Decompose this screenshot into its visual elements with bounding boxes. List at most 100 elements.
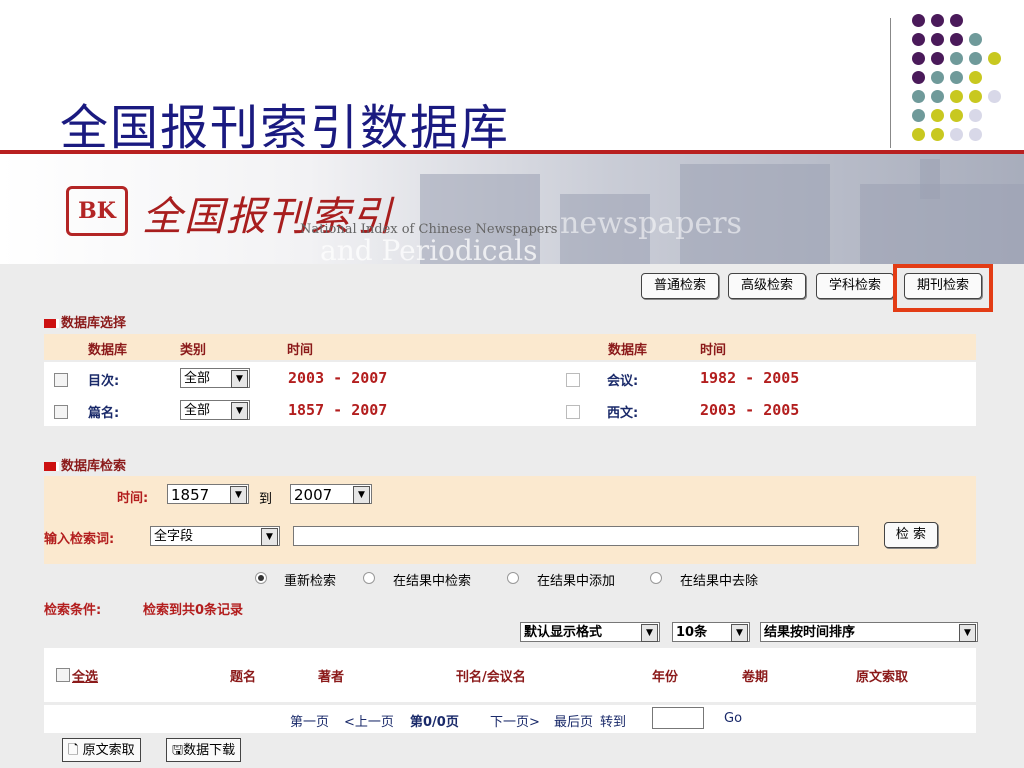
decorative-dot <box>931 90 944 103</box>
db-name-title: 篇名: <box>88 406 120 421</box>
banner-english-2: and Periodicals <box>320 234 538 264</box>
db-name-contents: 目次: <box>88 374 120 389</box>
chevron-down-icon: ▼ <box>261 528 278 546</box>
db-table-header: 数据库 类别 时间 数据库 时间 <box>44 334 976 360</box>
header-time-2: 时间 <box>700 343 727 358</box>
col-volume: 卷期 <box>742 670 769 685</box>
option-search-in-results: 在结果中检索 <box>393 574 472 589</box>
last-page-link[interactable]: 最后页 <box>554 711 593 730</box>
decorative-dot <box>931 71 944 84</box>
search-button[interactable]: 检 索 <box>884 522 938 548</box>
decorative-dot <box>950 109 963 122</box>
decorative-dot <box>950 52 963 65</box>
decorative-dot <box>912 128 925 141</box>
chevron-down-icon: ▼ <box>231 402 248 420</box>
decorative-divider <box>890 18 891 148</box>
keyword-input[interactable] <box>293 526 859 546</box>
checkbox-western[interactable] <box>566 405 580 419</box>
col-journal: 刊名/会议名 <box>456 670 526 685</box>
chevron-down-icon: ▼ <box>641 624 658 642</box>
data-download-button[interactable]: 🖫数据下载 <box>166 738 242 762</box>
time-range-conference: 1982 - 2005 <box>700 369 800 387</box>
condition-label: 检索条件: <box>44 603 102 618</box>
chevron-down-icon: ▼ <box>731 624 748 642</box>
option-remove-from-results-radio[interactable] <box>650 572 662 584</box>
site-banner: BK 全国报刊索引 newspapers National Index of C… <box>0 154 1024 264</box>
decorative-dot <box>969 71 982 84</box>
decorative-dot <box>931 52 944 65</box>
tab-basic-search[interactable]: 普通检索 <box>641 273 719 299</box>
time-label: 时间: <box>117 491 149 506</box>
page-indicator: 第0/0页 <box>410 715 459 730</box>
chevron-down-icon: ▼ <box>230 486 247 504</box>
decorative-dot <box>912 14 925 27</box>
decorative-dot <box>969 52 982 65</box>
first-page-link[interactable]: 第一页 <box>290 711 329 730</box>
chevron-down-icon: ▼ <box>353 486 370 504</box>
select-all-checkbox[interactable] <box>56 668 70 682</box>
pagination: 第一页 <上一页 第0/0页 下一页> 最后页 转到 Go <box>44 705 976 733</box>
checkbox-conference[interactable] <box>566 373 580 387</box>
save-icon: 🖫 <box>172 743 184 758</box>
section-db-search: 数据库检索 <box>44 455 126 474</box>
decorative-dot <box>969 109 982 122</box>
chevron-down-icon: ▼ <box>959 624 976 642</box>
decorative-dot <box>950 128 963 141</box>
field-select[interactable]: 全字段 ▼ <box>150 526 280 546</box>
db-name-conference: 会议: <box>607 374 639 389</box>
decorative-dot <box>931 33 944 46</box>
prev-page-link[interactable]: <上一页 <box>344 711 394 730</box>
result-count: 检索到共0条记录 <box>143 603 244 618</box>
fulltext-request-button[interactable]: 🗋 原文索取 <box>62 738 141 762</box>
col-title: 题名 <box>230 670 257 685</box>
decorative-dot <box>988 52 1001 65</box>
per-page-select[interactable]: 10条 ▼ <box>672 622 750 642</box>
banner-english-3: newspapers <box>560 206 742 241</box>
header-database-2: 数据库 <box>608 343 648 358</box>
header-category: 类别 <box>180 343 207 358</box>
year-to-select[interactable]: 2007 ▼ <box>290 484 372 504</box>
to-label: 到 <box>259 492 273 507</box>
decorative-dot <box>950 33 963 46</box>
go-button[interactable]: Go <box>724 711 742 726</box>
results-table-header: 全选 题名 著者 刊名/会议名 年份 卷期 原文索取 <box>44 648 976 702</box>
year-from-select[interactable]: 1857 ▼ <box>167 484 249 504</box>
decorative-dot <box>969 90 982 103</box>
col-fulltext: 原文索取 <box>856 670 909 685</box>
time-range-title: 1857 - 2007 <box>288 401 388 419</box>
option-new-search-radio[interactable] <box>255 572 267 584</box>
logo-icon: BK <box>66 186 128 236</box>
keyword-label: 输入检索词: <box>44 532 115 547</box>
goto-label: 转到 <box>600 715 627 730</box>
checkbox-title[interactable] <box>54 405 68 419</box>
option-remove-from-results: 在结果中去除 <box>680 574 759 589</box>
decorative-dot <box>912 90 925 103</box>
category-select-title[interactable]: 全部 ▼ <box>180 400 250 420</box>
option-search-in-results-radio[interactable] <box>363 572 375 584</box>
decorative-dot <box>950 71 963 84</box>
option-new-search: 重新检索 <box>284 574 337 589</box>
tab-advanced-search[interactable]: 高级检索 <box>728 273 806 299</box>
decorative-dot <box>988 90 1001 103</box>
decorative-dot <box>912 52 925 65</box>
select-all-link[interactable]: 全选 <box>72 666 98 685</box>
header-time: 时间 <box>287 343 314 358</box>
slide-title: 全国报刊索引数据库 <box>60 100 511 156</box>
tab-subject-search[interactable]: 学科检索 <box>816 273 894 299</box>
checkbox-contents[interactable] <box>54 373 68 387</box>
chevron-down-icon: ▼ <box>231 370 248 388</box>
option-add-to-results-radio[interactable] <box>507 572 519 584</box>
sort-select[interactable]: 结果按时间排序 ▼ <box>760 622 978 642</box>
next-page-link[interactable]: 下一页> <box>490 711 540 730</box>
decorative-dot <box>950 14 963 27</box>
decorative-dot <box>931 109 944 122</box>
col-year: 年份 <box>652 670 679 685</box>
category-select-contents[interactable]: 全部 ▼ <box>180 368 250 388</box>
document-icon: 🗋 <box>68 743 79 758</box>
page-number-input[interactable] <box>652 707 704 729</box>
decorative-dot <box>969 33 982 46</box>
decorative-dot <box>912 109 925 122</box>
option-add-to-results: 在结果中添加 <box>537 574 616 589</box>
display-format-select[interactable]: 默认显示格式 ▼ <box>520 622 660 642</box>
time-range-contents: 2003 - 2007 <box>288 369 388 387</box>
